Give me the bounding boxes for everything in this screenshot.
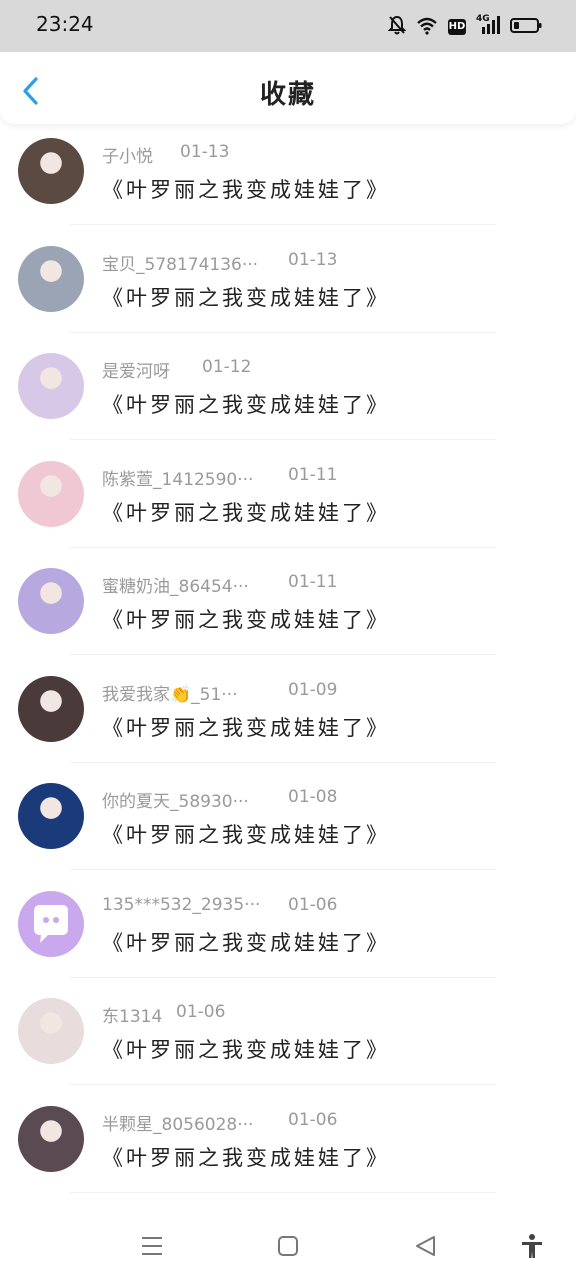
avatar[interactable] xyxy=(18,353,84,419)
avatar[interactable] xyxy=(18,998,84,1064)
item-meta: 半颗星_8056028··· 01-06 xyxy=(102,1110,337,1135)
item-title[interactable]: 《叶罗丽之我变成娃娃了》 xyxy=(102,712,390,742)
item-title[interactable]: 《叶罗丽之我变成娃娃了》 xyxy=(102,1034,390,1064)
item-title[interactable]: 《叶罗丽之我变成娃娃了》 xyxy=(102,927,390,957)
status-time: 23:24 xyxy=(36,12,94,36)
wifi-icon xyxy=(417,17,437,35)
user-name: 是爱河呀 xyxy=(102,362,170,382)
item-date: 01-08 xyxy=(288,787,338,807)
avatar[interactable] xyxy=(18,460,84,527)
item-date: 01-06 xyxy=(288,894,338,915)
avatar[interactable] xyxy=(18,245,84,312)
list-item[interactable]: 陈紫萱_1412590··· 01-11 《叶罗丽之我变成娃娃了》 xyxy=(0,449,576,557)
list-item[interactable]: 子小悦 01-13 《叶罗丽之我变成娃娃了》 xyxy=(0,126,576,234)
list-item[interactable]: 你的夏天_58930··· 01-08 《叶罗丽之我变成娃娃了》 xyxy=(0,771,576,879)
mute-bell-icon xyxy=(388,15,406,35)
item-date: 01-11 xyxy=(288,572,338,592)
item-date: 01-13 xyxy=(288,249,338,270)
list-item[interactable]: 宝贝_578174136··· 01-13 《叶罗丽之我变成娃娃了》 xyxy=(0,234,576,342)
nav-bar xyxy=(0,1210,576,1280)
list-item[interactable]: 半颗星_8056028··· 01-06 《叶罗丽之我变成娃娃了》 xyxy=(0,1094,576,1202)
item-title[interactable]: 《叶罗丽之我变成娃娃了》 xyxy=(102,174,390,204)
divider xyxy=(70,976,496,978)
item-date: 01-09 xyxy=(288,679,338,700)
item-meta: 宝贝_578174136··· 01-13 xyxy=(102,250,337,275)
user-name: 子小悦 xyxy=(102,147,153,167)
signal-icon: 4G xyxy=(476,14,500,36)
divider xyxy=(70,1191,496,1193)
item-title[interactable]: 《叶罗丽之我变成娃娃了》 xyxy=(102,1142,390,1172)
item-title[interactable]: 《叶罗丽之我变成娃娃了》 xyxy=(102,282,390,312)
battery-icon xyxy=(510,18,542,33)
back-triangle-icon[interactable] xyxy=(412,1232,440,1260)
avatar[interactable] xyxy=(18,783,84,849)
favorites-list: 子小悦 01-13 《叶罗丽之我变成娃娃了》 宝贝_578174136··· 01-13… xyxy=(0,126,576,1201)
avatar[interactable] xyxy=(18,1105,84,1172)
item-title[interactable]: 《叶罗丽之我变成娃娃了》 xyxy=(102,389,390,419)
divider xyxy=(70,654,496,655)
item-meta: 我爱我家👏_51··· 01-09 xyxy=(102,680,337,705)
divider xyxy=(70,869,496,870)
item-meta: 陈紫萱_1412590··· 01-11 xyxy=(102,465,337,490)
item-title[interactable]: 《叶罗丽之我变成娃娃了》 xyxy=(102,604,390,634)
user-name: 半颗星_8056028··· xyxy=(102,1114,254,1135)
page-title: 收藏 xyxy=(259,80,316,110)
list-item[interactable]: 我爱我家👏_51··· 01-09 《叶罗丽之我变成娃娃了》 xyxy=(0,664,576,772)
user-name: 宝贝_578174136··· xyxy=(102,254,259,275)
item-date: 01-06 xyxy=(288,1109,338,1130)
divider xyxy=(70,546,496,548)
item-meta: 蜜糖奶油_86454··· 01-11 xyxy=(102,572,337,597)
chat-bubble-icon xyxy=(34,904,68,943)
item-title[interactable]: 《叶罗丽之我变成娃娃了》 xyxy=(102,497,390,527)
avatar[interactable] xyxy=(18,890,84,957)
header: 收藏 xyxy=(0,52,576,124)
item-date: 01-13 xyxy=(180,142,230,162)
status-bar: 23:24 HD 4G xyxy=(0,0,576,52)
menu-icon[interactable] xyxy=(138,1232,166,1260)
avatar[interactable] xyxy=(18,675,84,742)
divider xyxy=(70,331,496,333)
divider xyxy=(70,761,496,763)
hd-icon: HD xyxy=(448,18,466,35)
user-name: 你的夏天_58930··· xyxy=(102,792,249,812)
item-meta: 东1314 01-06 xyxy=(102,1002,225,1027)
avatar[interactable] xyxy=(18,138,84,204)
item-title[interactable]: 《叶罗丽之我变成娃娃了》 xyxy=(102,819,390,849)
item-meta: 子小悦 01-13 xyxy=(102,142,229,167)
avatar[interactable] xyxy=(18,568,84,634)
user-name: 135***532_2935··· xyxy=(102,894,261,915)
divider xyxy=(70,439,496,440)
divider xyxy=(70,1084,496,1085)
user-name: 我爱我家👏_51··· xyxy=(102,684,238,705)
divider xyxy=(70,224,496,225)
list-item[interactable]: 是爱河呀 01-12 《叶罗丽之我变成娃娃了》 xyxy=(0,341,576,449)
home-icon[interactable] xyxy=(274,1232,302,1260)
item-date: 01-11 xyxy=(288,464,338,485)
item-meta: 135***532_2935··· 01-06 xyxy=(102,894,337,915)
item-date: 01-12 xyxy=(202,357,252,377)
user-name: 蜜糖奶油_86454··· xyxy=(102,577,249,597)
status-icons: HD 4G xyxy=(388,14,542,36)
item-meta: 是爱河呀 01-12 xyxy=(102,357,251,382)
list-item[interactable]: 135***532_2935··· 01-06 《叶罗丽之我变成娃娃了》 xyxy=(0,879,576,987)
user-name: 东1314 xyxy=(102,1007,163,1027)
list-item[interactable]: 蜜糖奶油_86454··· 01-11 《叶罗丽之我变成娃娃了》 xyxy=(0,556,576,664)
item-date: 01-06 xyxy=(176,1002,226,1022)
item-meta: 你的夏天_58930··· 01-08 xyxy=(102,787,337,812)
user-name: 陈紫萱_1412590··· xyxy=(102,469,254,490)
accessibility-icon[interactable] xyxy=(518,1232,546,1260)
list-item[interactable]: 东1314 01-06 《叶罗丽之我变成娃娃了》 xyxy=(0,986,576,1094)
